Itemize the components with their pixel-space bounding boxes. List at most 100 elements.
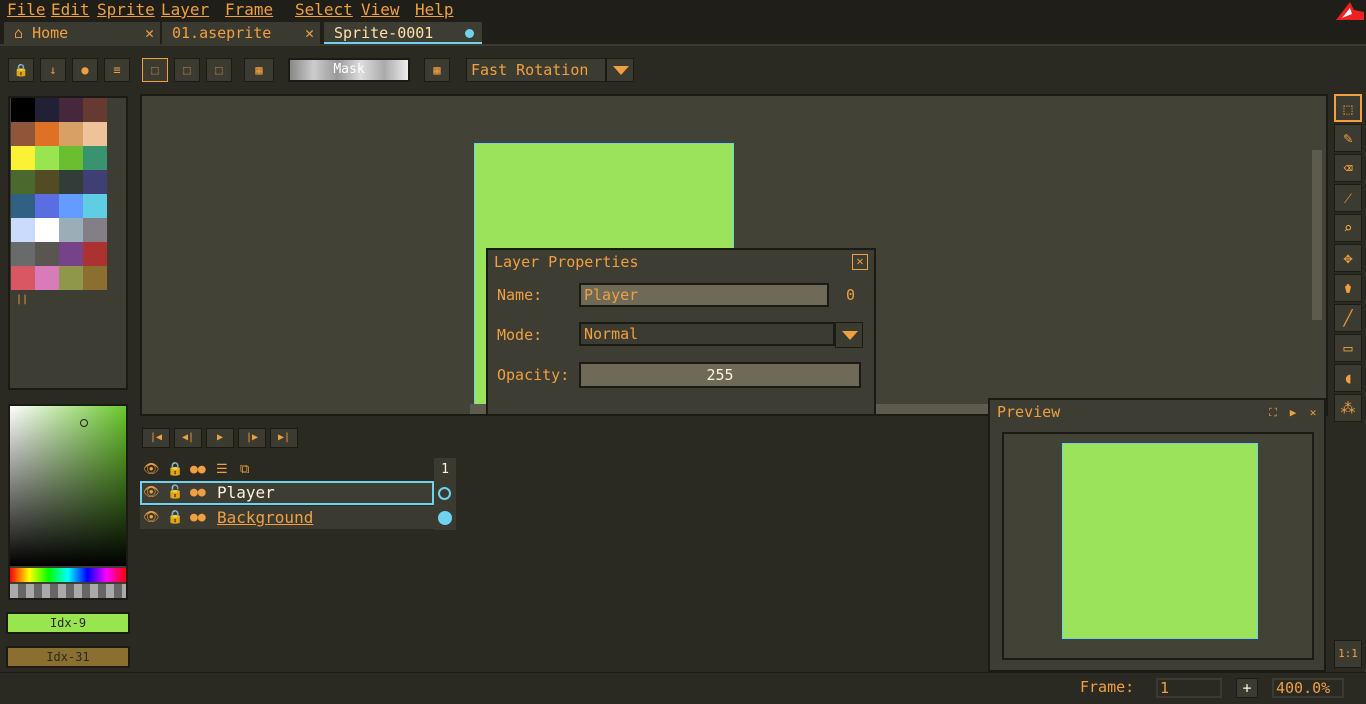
selection-subtract-icon[interactable]: ⬚: [206, 58, 232, 82]
menu-view[interactable]: View: [361, 0, 400, 20]
blur-icon[interactable]: ◖: [1334, 364, 1362, 392]
lock-icon[interactable]: 🔒: [8, 58, 34, 82]
settings-sliders-icon[interactable]: ☰: [216, 462, 228, 477]
hue-slider[interactable]: [10, 568, 126, 582]
palette-swatch[interactable]: [59, 194, 83, 218]
close-icon[interactable]: ✕: [305, 22, 314, 44]
last-frame-icon[interactable]: ▶|: [270, 428, 298, 448]
close-icon[interactable]: ✕: [1305, 405, 1321, 421]
close-icon[interactable]: ✕: [145, 22, 154, 44]
close-icon[interactable]: ✕: [852, 254, 868, 270]
palette-swatch[interactable]: [83, 266, 107, 290]
layer-row-player[interactable]: 👁 🔓 ●● Player: [140, 481, 434, 505]
frame-input[interactable]: 1: [1156, 678, 1222, 698]
down-arrow-icon[interactable]: ↓: [40, 58, 66, 82]
palette-swatch[interactable]: [59, 218, 83, 242]
eye-icon[interactable]: 👁: [143, 462, 160, 477]
spray-icon[interactable]: ⁂: [1334, 394, 1362, 422]
zoom-input[interactable]: 400.0%: [1272, 678, 1344, 698]
pencil-icon[interactable]: ✎: [1334, 124, 1362, 152]
saturation-value-box[interactable]: [10, 406, 126, 566]
play-icon[interactable]: ▶: [1285, 405, 1301, 421]
eye-icon[interactable]: 👁: [143, 485, 160, 500]
palette-swatch[interactable]: [59, 266, 83, 290]
marquee-tool-icon[interactable]: ⬚: [1334, 94, 1362, 122]
palette-resize-handle-icon[interactable]: ||: [16, 294, 28, 305]
move-icon[interactable]: ✥: [1334, 244, 1362, 272]
previous-frame-icon[interactable]: ◀|: [174, 428, 202, 448]
layer-row-background[interactable]: 👁 🔒 ●● Background: [140, 506, 456, 530]
palette-swatch[interactable]: [35, 170, 59, 194]
palette-swatch[interactable]: [35, 122, 59, 146]
add-frame-button[interactable]: +: [1236, 678, 1258, 698]
palette-swatch[interactable]: [83, 146, 107, 170]
continuous-icon[interactable]: ●●: [190, 462, 206, 477]
menu-edit[interactable]: Edit: [51, 0, 90, 20]
unlock-icon[interactable]: 🔓: [167, 485, 183, 500]
palette-swatch[interactable]: [83, 194, 107, 218]
palette-swatch[interactable]: [83, 242, 107, 266]
palette-swatch[interactable]: [59, 170, 83, 194]
palette-swatch[interactable]: [11, 122, 35, 146]
background-color-button[interactable]: Idx-31: [6, 646, 130, 668]
tab-sprite-0001[interactable]: Sprite-0001: [324, 22, 482, 44]
palette-swatch[interactable]: [83, 218, 107, 242]
palette-swatch[interactable]: [35, 194, 59, 218]
chevron-down-icon[interactable]: [835, 322, 863, 348]
eyedropper-icon[interactable]: ⁄: [1334, 184, 1362, 212]
sv-cursor-icon[interactable]: [80, 419, 88, 427]
next-frame-icon[interactable]: |▶: [238, 428, 266, 448]
opacity-slider[interactable]: 255: [579, 362, 861, 388]
cel-player-1[interactable]: [434, 482, 456, 506]
user-data-button[interactable]: 0: [846, 286, 855, 304]
pivot-icon[interactable]: ●: [72, 58, 98, 82]
palette-swatch[interactable]: [35, 98, 59, 122]
lock-icon[interactable]: 🔒: [167, 510, 183, 525]
vertical-scrollbar[interactable]: [1312, 150, 1322, 320]
tab-01-aseprite[interactable]: 01.aseprite ✕: [162, 22, 320, 44]
chevron-down-icon[interactable]: [606, 58, 634, 82]
palette-swatch[interactable]: [59, 122, 83, 146]
selection-add-icon[interactable]: ⬚: [174, 58, 200, 82]
name-field[interactable]: Player: [579, 283, 829, 307]
palette-swatch[interactable]: [59, 146, 83, 170]
line-icon[interactable]: ╱: [1334, 304, 1362, 332]
frame-header-1[interactable]: 1: [434, 458, 456, 482]
layer-name[interactable]: Background: [217, 508, 313, 527]
grid-options-icon[interactable]: ▦: [424, 58, 450, 82]
mode-select[interactable]: Normal: [579, 322, 835, 346]
transparent-color-icon[interactable]: ▦: [244, 58, 274, 82]
tab-home[interactable]: ⌂ Home ✕: [4, 22, 160, 44]
menu-file[interactable]: File: [7, 0, 46, 20]
alpha-slider[interactable]: [10, 584, 126, 598]
menu-sprite[interactable]: Sprite: [97, 0, 155, 20]
zoom-reset-button[interactable]: 1:1: [1334, 640, 1362, 668]
eye-icon[interactable]: 👁: [143, 510, 160, 525]
palette-swatch[interactable]: [35, 266, 59, 290]
palette-swatch[interactable]: [83, 122, 107, 146]
zoom-icon[interactable]: ⌕: [1334, 214, 1362, 242]
rotation-algorithm-select[interactable]: Fast Rotation: [466, 58, 606, 82]
foreground-color-button[interactable]: Idx-9: [6, 612, 130, 634]
palette-swatch[interactable]: [35, 218, 59, 242]
palette-swatch[interactable]: [83, 170, 107, 194]
continuous-icon[interactable]: ●●: [190, 485, 206, 500]
eraser-icon[interactable]: ⌫: [1334, 154, 1362, 182]
palette-swatch[interactable]: [35, 242, 59, 266]
palette-swatch[interactable]: [11, 266, 35, 290]
cel-background-1[interactable]: [434, 506, 456, 530]
palette-swatch[interactable]: [11, 170, 35, 194]
lock-icon[interactable]: 🔒: [167, 462, 183, 477]
palette-swatch[interactable]: [11, 146, 35, 170]
palette-swatch[interactable]: [59, 98, 83, 122]
paint-bucket-icon[interactable]: ⚱: [1334, 274, 1362, 302]
link-cels-icon[interactable]: ⧉: [240, 462, 249, 477]
menu-help[interactable]: Help: [415, 0, 454, 20]
palette-swatch[interactable]: [11, 218, 35, 242]
layer-name[interactable]: Player: [217, 483, 275, 502]
selection-replace-icon[interactable]: ⬚: [142, 58, 168, 82]
palette-swatch[interactable]: [11, 98, 35, 122]
continuous-icon[interactable]: ●●: [190, 510, 206, 525]
fullscreen-icon[interactable]: ⛶: [1265, 405, 1281, 421]
palette-swatch[interactable]: [35, 146, 59, 170]
